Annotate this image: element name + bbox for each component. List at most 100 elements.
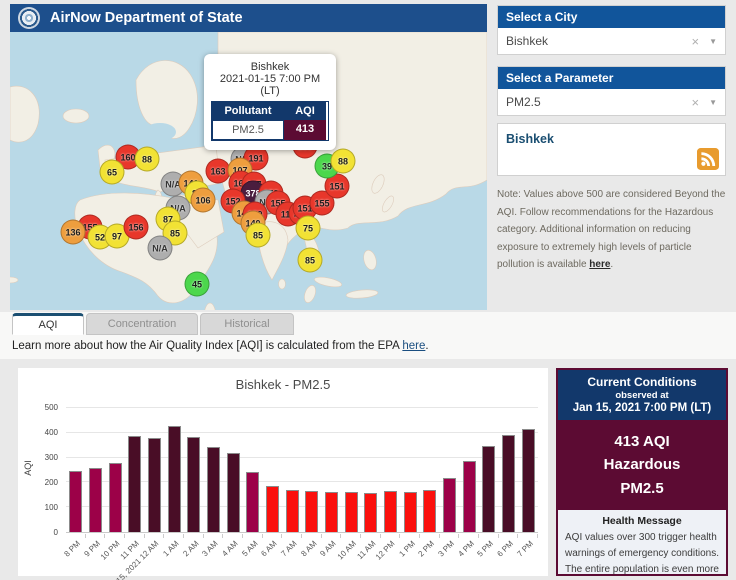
- popup-table: Pollutant AQI PM2.5 413: [211, 101, 329, 141]
- popup-timezone: (LT): [211, 85, 329, 97]
- rss-feed-icon[interactable]: [697, 148, 719, 170]
- chart-bars: [66, 408, 538, 532]
- map-marker[interactable]: 88: [135, 147, 160, 172]
- x-axis-tick-label: 1 AM: [161, 539, 180, 558]
- chart-bar[interactable]: [187, 437, 200, 532]
- x-axis-tick-label: 5 AM: [240, 539, 259, 558]
- chart-bar[interactable]: [148, 438, 161, 532]
- select-city-label: Select a City: [498, 6, 725, 28]
- app-title: AirNow Department of State: [50, 10, 243, 26]
- chart-bar[interactable]: [207, 447, 220, 532]
- chart-bar[interactable]: [89, 468, 102, 532]
- note-text: Note: Values above 500 are considered Be…: [497, 189, 725, 270]
- chart-bar[interactable]: [384, 491, 397, 532]
- current-aqi-parameter: PM2.5: [562, 477, 722, 500]
- popup-aqi-value: 413: [284, 120, 326, 140]
- x-axis-tick-label: 2 PM: [417, 539, 437, 559]
- chart-bar[interactable]: [227, 453, 240, 532]
- y-axis-tick-label: 200: [45, 478, 58, 487]
- current-conditions-panel: Current Conditions observed at Jan 15, 2…: [556, 368, 728, 576]
- chart-bar[interactable]: [345, 492, 358, 532]
- x-axis-tick-label: 3 PM: [436, 539, 456, 559]
- tab-historical[interactable]: Historical: [200, 313, 294, 335]
- chart-bar[interactable]: [69, 471, 82, 532]
- learn-more-text: Learn more about how the Air Quality Ind…: [12, 340, 429, 352]
- chart-bar[interactable]: [502, 435, 515, 533]
- map-popup: Bishkek 2021-01-15 7:00 PM (LT) Pollutan…: [204, 54, 336, 150]
- note-here-link[interactable]: here: [589, 259, 610, 270]
- city-clear-icon[interactable]: ×: [691, 34, 699, 49]
- map-marker[interactable]: 75: [296, 216, 321, 241]
- popup-datetime: 2021-01-15 7:00 PM: [211, 73, 329, 85]
- city-dropdown-caret-icon[interactable]: ▼: [709, 37, 717, 46]
- map-marker[interactable]: 45: [185, 272, 210, 297]
- map-marker[interactable]: 156: [124, 215, 149, 240]
- chart-bar[interactable]: [325, 492, 338, 532]
- chart-bar[interactable]: [109, 463, 122, 532]
- x-axis-tick-label: 4 PM: [456, 539, 476, 559]
- city-select[interactable]: Bishkek × ▼: [498, 28, 725, 54]
- select-city-panel: Select a City Bishkek × ▼: [497, 5, 726, 55]
- chart-yticks: 0100200300400500: [32, 408, 62, 533]
- parameter-clear-icon[interactable]: ×: [691, 95, 699, 110]
- map-marker[interactable]: 85: [246, 223, 271, 248]
- chart-bar[interactable]: [404, 492, 417, 532]
- y-axis-tick-label: 300: [45, 453, 58, 462]
- x-axis-tick-label: 8 AM: [299, 539, 318, 558]
- current-conditions-header: Current Conditions observed at Jan 15, 2…: [558, 370, 726, 420]
- map-marker[interactable]: 65: [100, 160, 125, 185]
- department-of-state-seal-icon: [18, 7, 40, 29]
- chart-bar[interactable]: [266, 486, 279, 532]
- x-axis-tick-label: 3 AM: [201, 539, 220, 558]
- x-axis-tick-label: 6 PM: [495, 539, 515, 559]
- chart-title: Bishkek - PM2.5: [18, 368, 548, 392]
- current-aqi-category: Hazardous: [562, 453, 722, 476]
- chart-bar[interactable]: [463, 461, 476, 532]
- learn-more-after: .: [425, 340, 428, 352]
- x-axis-tick-label: 1 PM: [397, 539, 417, 559]
- chart-bar[interactable]: [305, 491, 318, 532]
- x-axis-tick-label: 7 AM: [279, 539, 298, 558]
- map-marker[interactable]: 85: [298, 248, 323, 273]
- parameter-dropdown-caret-icon[interactable]: ▼: [709, 98, 717, 107]
- x-axis-tick-label: 2 AM: [181, 539, 200, 558]
- tab-concentration[interactable]: Concentration: [86, 313, 198, 335]
- feed-city-link[interactable]: Bishkek: [506, 132, 554, 146]
- tab-aqi[interactable]: AQI: [12, 313, 84, 335]
- beyond-aqi-note: Note: Values above 500 are considered Be…: [497, 186, 728, 274]
- city-select-value: Bishkek: [506, 34, 691, 48]
- y-axis-tick-label: 500: [45, 403, 58, 412]
- chart-xlabels: 8 PM9 PM10 PM11 PM15, 2021 12 AM1 AM2 AM…: [66, 534, 538, 574]
- chart-bar[interactable]: [364, 493, 377, 532]
- x-axis-tick-label: 6 AM: [260, 539, 279, 558]
- chart-bar[interactable]: [423, 490, 436, 533]
- chart-bar[interactable]: [522, 429, 535, 532]
- note-period: .: [610, 259, 613, 270]
- select-parameter-panel: Select a Parameter PM2.5 × ▼: [497, 66, 726, 116]
- map-marker[interactable]: N/A: [148, 236, 173, 261]
- chart-bar[interactable]: [246, 472, 259, 532]
- map-marker[interactable]: 88: [331, 149, 356, 174]
- y-axis-tick-label: 100: [45, 503, 58, 512]
- x-axis-tick-label: 5 PM: [476, 539, 496, 559]
- chart-bar[interactable]: [168, 426, 181, 532]
- conditions-title: Current Conditions: [562, 375, 722, 389]
- parameter-select-value: PM2.5: [506, 95, 691, 109]
- chart-bar[interactable]: [286, 490, 299, 533]
- health-message-title: Health Message: [565, 515, 719, 527]
- chart-bar[interactable]: [443, 478, 456, 532]
- popup-city: Bishkek: [211, 61, 329, 73]
- app-header: AirNow Department of State: [10, 4, 487, 32]
- tabs-strip: AQI Concentration Historical Learn more …: [0, 312, 736, 359]
- world-aqi-map[interactable]: 1608865N/A14183106N/A163N/A1911071611673…: [10, 32, 487, 310]
- chart-bar[interactable]: [482, 446, 495, 532]
- chart-bar[interactable]: [128, 436, 141, 532]
- learn-more-here-link[interactable]: here: [402, 340, 425, 352]
- parameter-select[interactable]: PM2.5 × ▼: [498, 89, 725, 115]
- map-marker[interactable]: 136: [61, 220, 86, 245]
- health-message-block: Health Message AQI values over 300 trigg…: [558, 510, 726, 580]
- y-axis-tick-label: 0: [54, 528, 58, 537]
- map-marker[interactable]: 106: [191, 188, 216, 213]
- chart-plot-area: [66, 408, 538, 533]
- tab-bar: AQI Concentration Historical: [12, 313, 294, 335]
